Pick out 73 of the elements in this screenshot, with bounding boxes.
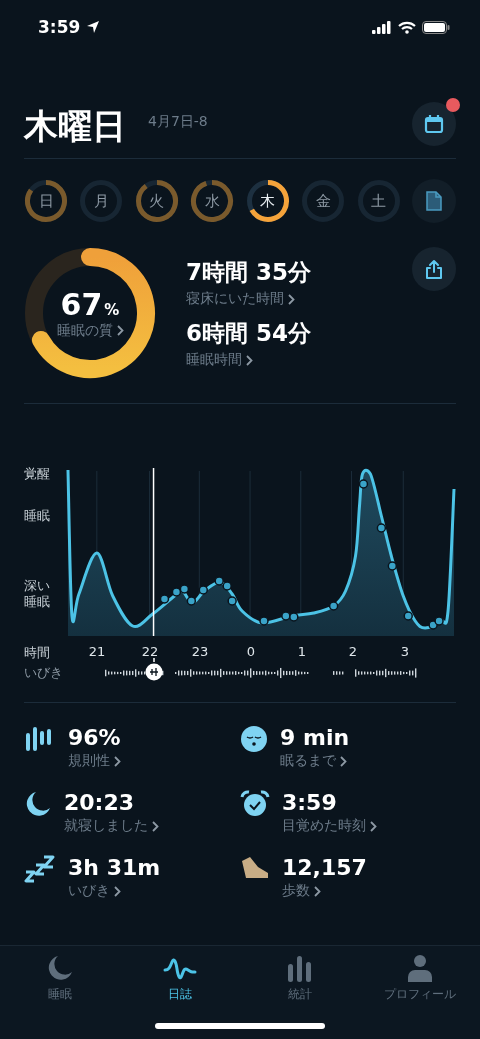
duration-value: 7時間 35分 — [186, 258, 313, 287]
quality-value: 67 — [60, 286, 103, 322]
chevron-icon — [152, 820, 159, 832]
stat-value: 96% — [68, 725, 121, 750]
hour-label: 23 — [191, 644, 209, 659]
status-time: 3:59 — [38, 17, 81, 37]
duration-label[interactable]: 寝床にいた時間 — [186, 290, 284, 308]
chevron-icon — [116, 325, 124, 336]
battery-icon — [422, 20, 450, 34]
time-axis-label: 時間 — [24, 644, 51, 662]
shoe-icon — [240, 855, 270, 881]
person-icon — [407, 954, 433, 982]
tab[interactable]: 統計 — [245, 954, 355, 1006]
quality-label: 睡眠の質 — [56, 321, 113, 340]
chevron-icon — [114, 885, 121, 897]
day-ring-button[interactable]: 土 — [356, 179, 401, 223]
stat-value: 9 min — [280, 725, 350, 750]
alarm-clock-icon — [240, 790, 270, 818]
stat-value: 3h 31m — [68, 855, 161, 880]
stat-value: 12,157 — [282, 855, 367, 880]
wifi-icon — [398, 20, 416, 34]
playhead-icon[interactable] — [145, 658, 163, 682]
zzz-icon — [24, 855, 56, 885]
hour-label: 2 — [348, 644, 358, 659]
chevron-icon — [114, 755, 121, 767]
day-ring-button[interactable]: 火 — [134, 179, 179, 223]
stage-label: 睡眠 — [24, 508, 51, 524]
bar-chart-icon — [287, 954, 313, 982]
sleep-quality-ring[interactable]: 67% 睡眠の質 — [24, 247, 156, 379]
stat-label[interactable]: 歩数 — [282, 882, 310, 900]
stat-label[interactable]: いびき — [68, 882, 110, 900]
hour-label: 22 — [141, 644, 159, 659]
hour-label: 1 — [297, 644, 307, 659]
calendar-icon — [424, 114, 444, 134]
stage-label: 深い睡眠 — [24, 578, 51, 610]
day-ring-button[interactable]: 木 — [245, 179, 290, 223]
chevron-icon — [370, 820, 377, 832]
day-ring-button[interactable]: 水 — [190, 179, 235, 223]
hour-label: 21 — [88, 644, 106, 659]
stat-value: 3:59 — [282, 790, 338, 815]
stage-label: 覚醒 — [24, 466, 51, 482]
share-icon — [425, 259, 443, 279]
snore-label: いびき — [24, 664, 64, 682]
tab[interactable]: 睡眠 — [5, 954, 115, 1006]
day-title: 木曜日 — [24, 106, 126, 146]
stat-label[interactable]: 目覚めた時刻 — [282, 817, 366, 835]
day-ring-button[interactable]: 月 — [79, 179, 124, 223]
percent-unit: % — [104, 300, 120, 319]
stat-value: 20:23 — [64, 790, 136, 815]
document-icon — [425, 191, 442, 211]
signal-icon — [372, 20, 392, 34]
day-ring-button[interactable]: 金 — [301, 179, 346, 223]
hour-label: 3 — [400, 644, 410, 659]
moon-icon — [24, 790, 52, 818]
report-button[interactable] — [411, 179, 456, 223]
chevron-icon — [314, 885, 321, 897]
moon-icon — [46, 954, 74, 982]
stat-label[interactable]: 就寝しました — [64, 817, 148, 835]
day-ring-button[interactable]: 日 — [24, 179, 68, 223]
hour-label: 0 — [246, 644, 256, 659]
tab[interactable]: プロフィール — [365, 954, 475, 1006]
date-range: 4月7日-8 — [148, 113, 208, 131]
tab[interactable]: 日誌 — [125, 954, 235, 1006]
stat-label[interactable]: 眠るまで — [280, 752, 336, 770]
chevron-icon — [288, 293, 295, 305]
chevron-icon — [340, 755, 347, 767]
duration-value: 6時間 54分 — [186, 319, 313, 348]
share-button[interactable] — [412, 247, 456, 291]
duration-label[interactable]: 睡眠時間 — [186, 351, 242, 369]
location-arrow-icon — [86, 20, 101, 34]
chevron-icon — [246, 354, 253, 366]
sleepy-face-icon — [240, 725, 268, 753]
stat-label[interactable]: 規則性 — [68, 752, 110, 770]
